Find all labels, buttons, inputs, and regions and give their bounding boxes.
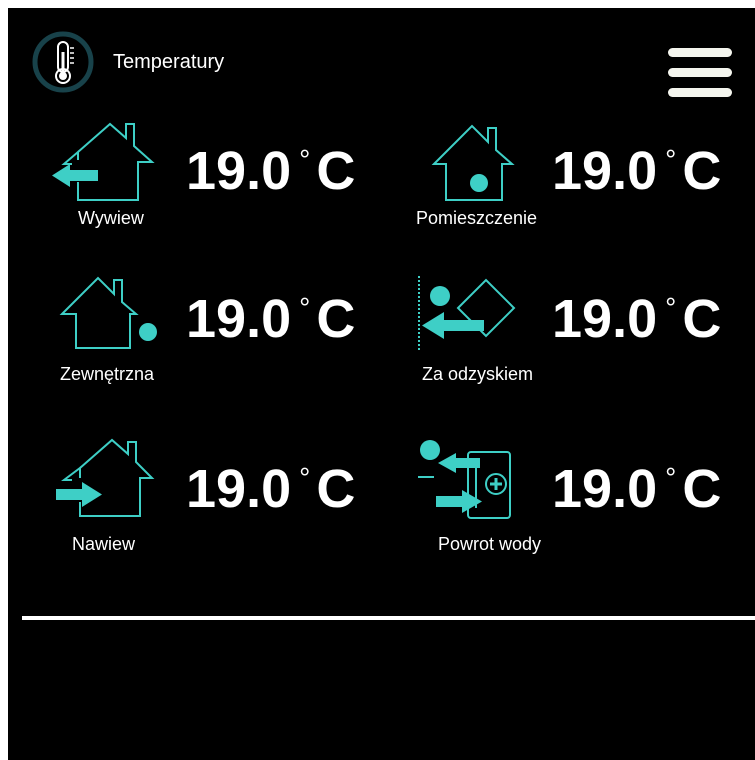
house-arrow-out-icon <box>50 120 160 206</box>
sensor-tile-za-odzyskiem: 19.0 ° C Za odzyskiem <box>416 276 746 396</box>
page-title: Temperatury <box>113 51 225 73</box>
menu-bar-middle <box>668 68 732 77</box>
sensor-label: Pomieszczenie <box>416 208 538 228</box>
menu-bar-top <box>668 48 732 57</box>
sensor-tile-nawiew: 19.0 ° C Nawiew <box>50 438 380 558</box>
sensor-tile-powrot-wody: 19.0 ° C Powrot wody <box>416 438 746 558</box>
house-arrow-in-icon <box>50 438 160 524</box>
thermometer-icon <box>31 30 95 94</box>
menu-button[interactable] <box>668 48 732 100</box>
sensor-tile-pomieszczenie: 19.0 ° C Pomieszczenie <box>416 120 746 240</box>
sensor-label: Zewnętrzna <box>60 364 155 384</box>
sensor-value: 19.0 ° C <box>552 459 722 519</box>
sensor-value: 19.0 ° C <box>186 459 356 519</box>
sensor-label: Nawiew <box>72 534 136 554</box>
sensor-value: 19.0 ° C <box>552 141 722 201</box>
divider <box>22 616 755 620</box>
screen: Temperatury 19.0 ° C Wywiew 19.0 ° C Pom… <box>8 8 755 760</box>
sensor-value: 19.0 ° C <box>186 289 356 349</box>
sensor-tile-zewnetrzna: 19.0 ° C Zewnętrzna <box>50 268 380 388</box>
house-outside-icon <box>50 268 160 354</box>
water-return-icon <box>416 438 526 524</box>
sensor-label: Wywiew <box>78 208 144 228</box>
sensor-label: Powrot wody <box>438 534 542 554</box>
menu-bar-bottom <box>668 88 732 97</box>
sensor-value: 19.0 ° C <box>186 141 356 201</box>
house-room-icon <box>416 120 526 206</box>
sensor-tile-wywiew: 19.0 ° C Wywiew <box>50 120 380 240</box>
sensor-value: 19.0 ° C <box>552 289 722 349</box>
sensor-label: Za odzyskiem <box>422 364 534 384</box>
heat-recovery-icon <box>416 276 526 362</box>
